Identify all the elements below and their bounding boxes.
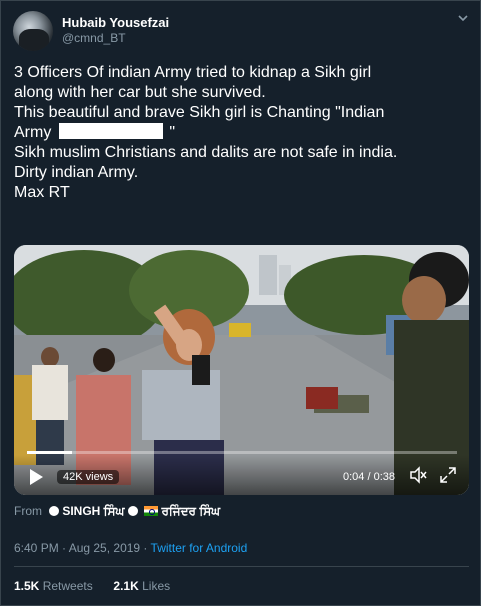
video-player[interactable]: 42K views 0:04 / 0:38 bbox=[14, 245, 469, 495]
tweet-line-redacted: Army " bbox=[14, 123, 474, 143]
tweet-line: This beautiful and brave Sikh girl is Ch… bbox=[14, 104, 385, 121]
tweet-line: Max RT bbox=[14, 184, 70, 201]
tweet-line: Sikh muslim Christians and dalits are no… bbox=[14, 144, 398, 161]
source-app[interactable]: Twitter for Android bbox=[151, 541, 248, 555]
circle-icon bbox=[49, 506, 60, 516]
expand-icon[interactable] bbox=[438, 465, 458, 485]
progress-fill bbox=[27, 451, 73, 454]
retweets-label[interactable]: Retweets bbox=[43, 579, 93, 593]
tweet-meta: 6:40 PM · Aug 25, 2019 · Twitter for And… bbox=[14, 541, 247, 555]
engagement-stats: 1.5K Retweets 2.1K Likes bbox=[14, 579, 170, 593]
retweets-count[interactable]: 1.5K bbox=[14, 579, 39, 593]
likes-count[interactable]: 2.1K bbox=[113, 579, 138, 593]
avatar[interactable] bbox=[13, 11, 53, 51]
tweet-line: along with her car but she survived. bbox=[14, 84, 266, 101]
timestamp[interactable]: 6:40 PM · Aug 25, 2019 · bbox=[14, 541, 147, 555]
chevron-down-icon[interactable] bbox=[454, 11, 472, 29]
tweet-card: Hubaib Yousefzai @cmnd_BT 3 Officers Of … bbox=[0, 0, 481, 606]
source-name[interactable]: SINGH ਸਿੰਘ bbox=[62, 504, 124, 518]
mute-icon[interactable] bbox=[408, 465, 428, 485]
tweet-line-start: Army bbox=[14, 124, 52, 141]
time-badge: 0:04 / 0:38 bbox=[343, 471, 395, 483]
circle-icon bbox=[128, 506, 139, 516]
progress-bar[interactable] bbox=[27, 451, 457, 454]
tweet-line: 3 Officers Of indian Army tried to kidna… bbox=[14, 64, 372, 81]
source-name-2[interactable]: ਰਜਿੰਦਰ ਸਿੰਘ bbox=[161, 504, 220, 518]
author-name[interactable]: Hubaib Yousefzai bbox=[62, 15, 169, 30]
india-flag-icon bbox=[144, 506, 159, 516]
tweet-text: 3 Officers Of indian Army tried to kidna… bbox=[14, 63, 474, 203]
redaction-box bbox=[59, 123, 164, 139]
tweet-line-end: " bbox=[169, 124, 176, 141]
source-prefix: From bbox=[14, 504, 42, 518]
play-icon[interactable] bbox=[30, 469, 43, 485]
views-badge: 42K views bbox=[57, 470, 120, 484]
video-source: From SINGH ਸਿੰਘ ਰਜਿੰਦਰ ਸਿੰਘ bbox=[14, 504, 220, 519]
likes-label[interactable]: Likes bbox=[142, 579, 170, 593]
divider bbox=[14, 566, 469, 567]
tweet-line: Dirty indian Army. bbox=[14, 164, 139, 181]
author-handle[interactable]: @cmnd_BT bbox=[62, 31, 126, 45]
